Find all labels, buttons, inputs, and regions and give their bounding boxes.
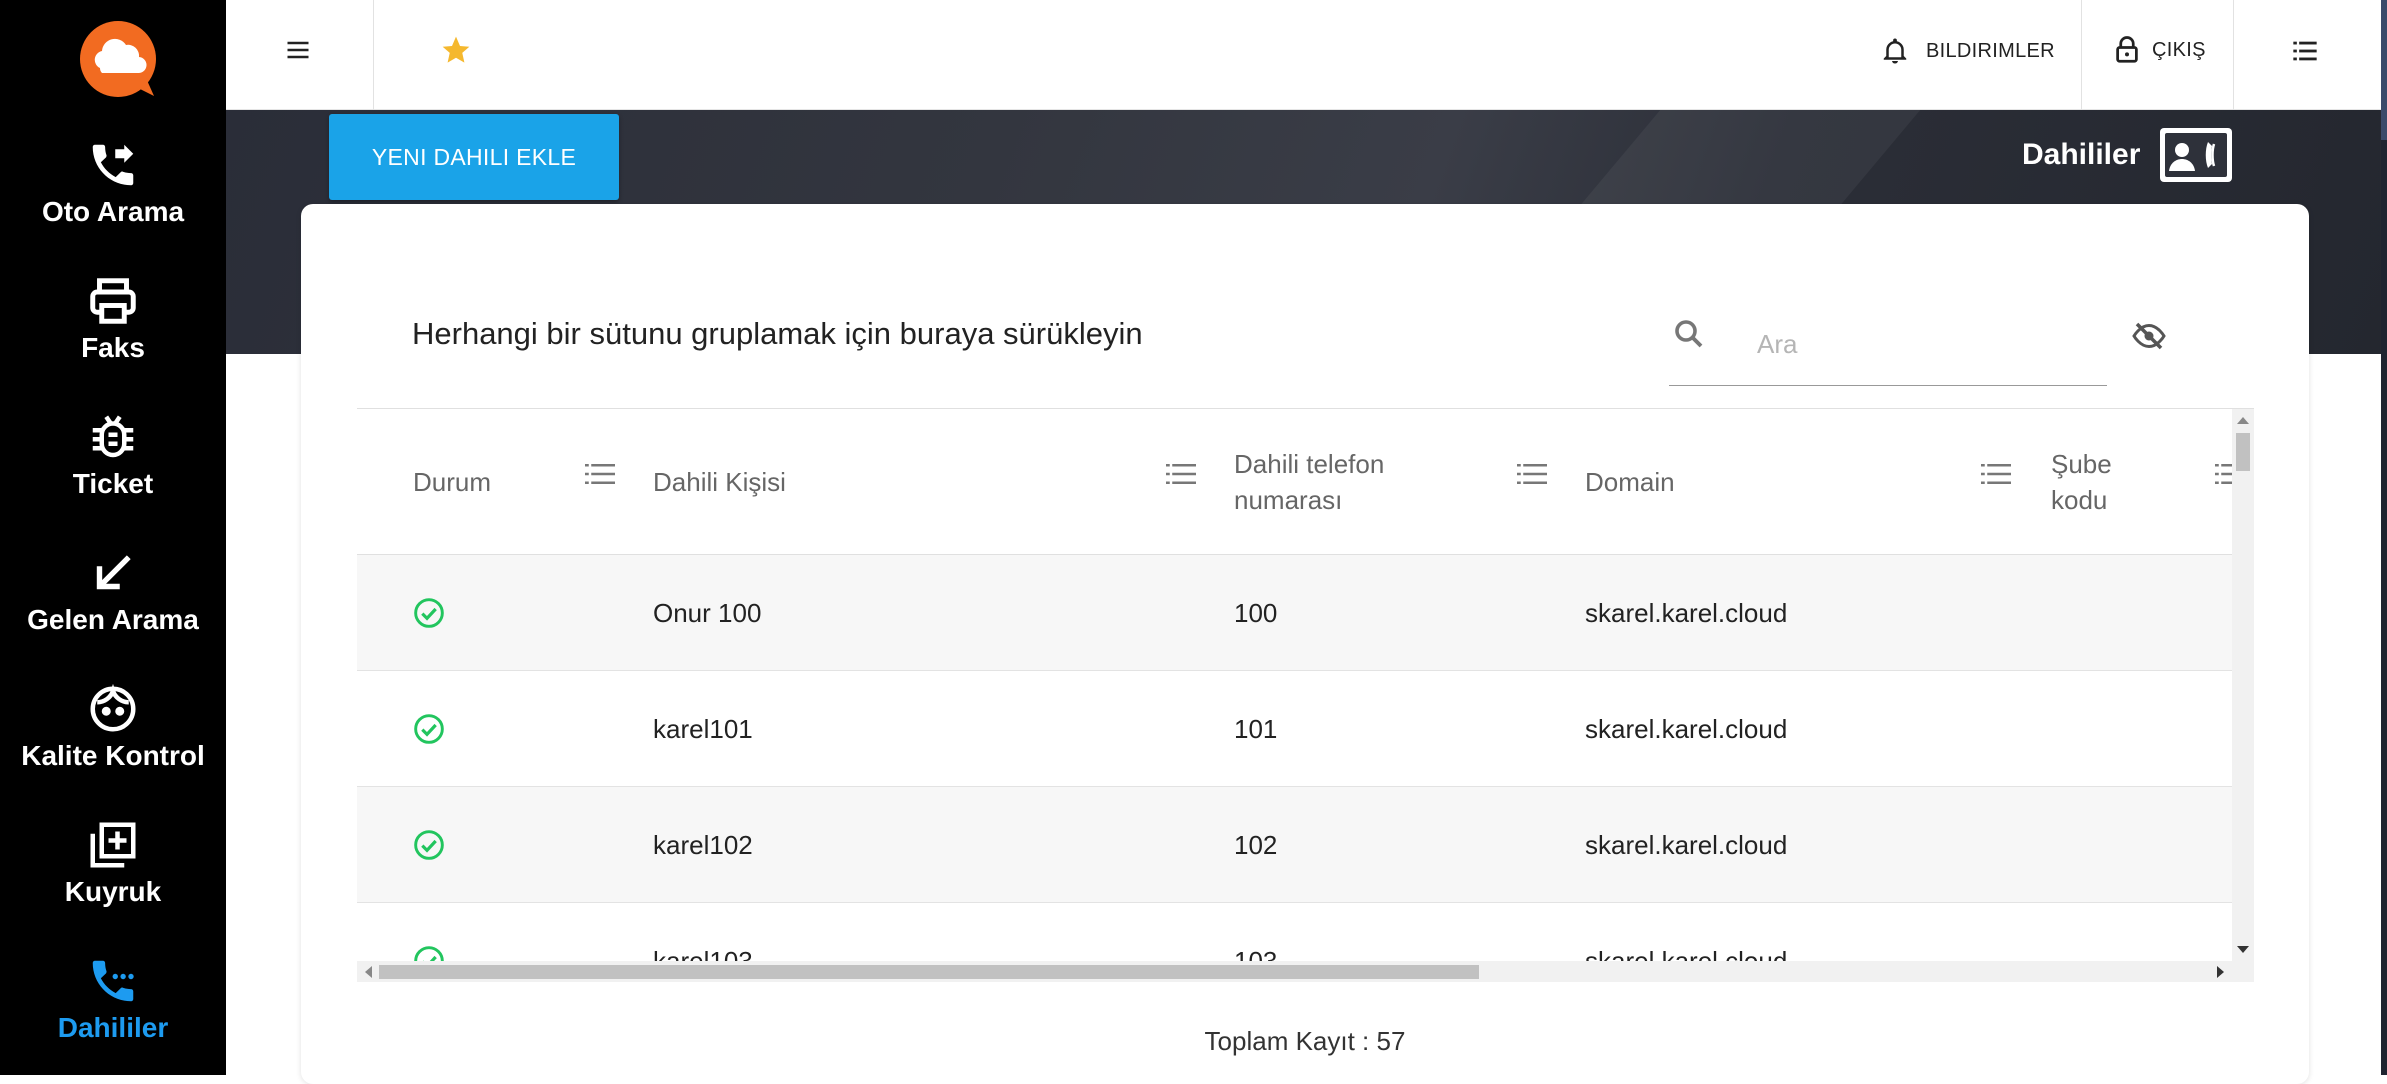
cell-number: 103: [1234, 945, 1278, 962]
favorite-button[interactable]: [440, 34, 472, 66]
column-header-sube-kodu[interactable]: Şube kodu: [2051, 409, 2131, 555]
table-row[interactable]: karel102 102 skarel.karel.cloud: [357, 787, 2232, 903]
total-records: Toplam Kayıt : 57: [1204, 1026, 1406, 1056]
column-menu-icon[interactable]: [2215, 461, 2232, 487]
list-menu-button[interactable]: [2290, 37, 2320, 65]
table-viewport: Durum Dahili Kişisi Dahili telefon numar…: [357, 409, 2232, 961]
cell-name: karel101: [653, 713, 753, 744]
column-menu-icon[interactable]: [1166, 461, 1196, 487]
logout-label: ÇIKIŞ: [2152, 38, 2206, 61]
cell-domain: skarel.karel.cloud: [1585, 945, 1788, 962]
bug-icon: [86, 410, 140, 464]
extensions-table: Durum Dahili Kişisi Dahili telefon numar…: [357, 408, 2254, 982]
table-row[interactable]: Onur 100 100 skarel.karel.cloud: [357, 555, 2232, 671]
horizontal-scroll-thumb[interactable]: [379, 965, 1479, 979]
page-scroll-thumb[interactable]: [2381, 0, 2387, 140]
sidebar-item-label: Kuyruk: [64, 876, 162, 907]
face-icon: [86, 682, 140, 736]
phone-dial-icon: [86, 954, 140, 1008]
cell-name: Onur 100: [653, 597, 762, 628]
page-scrollbar[interactable]: [2381, 0, 2387, 1075]
search-icon: [1675, 320, 1703, 348]
vertical-scroll-thumb[interactable]: [2236, 433, 2250, 471]
sidebar-item-faks[interactable]: Faks: [0, 274, 226, 404]
divider: [2233, 0, 2234, 110]
check-circle-icon: [414, 830, 444, 860]
sidebar-item-label: Dahililer: [57, 1012, 169, 1043]
cell-name: karel102: [653, 829, 753, 860]
column-menu-icon[interactable]: [1517, 461, 1547, 487]
page-title: Dahililer: [2022, 138, 2141, 171]
column-header-domain[interactable]: Domain: [1585, 409, 1965, 555]
sidebar-item-ticket[interactable]: Ticket: [0, 410, 226, 540]
printer-icon: [86, 274, 140, 328]
list-icon: [2293, 41, 2317, 61]
table-row[interactable]: karel101 101 skarel.karel.cloud: [357, 671, 2232, 787]
arrow-down-left-icon: [86, 546, 140, 600]
hamburger-icon: [287, 41, 309, 59]
cell-number: 100: [1234, 597, 1278, 628]
notifications-button[interactable]: BILDIRIMLER: [1880, 36, 2055, 66]
column-header-dahili-kisisi[interactable]: Dahili Kişisi: [653, 409, 1093, 555]
contact-phone-icon: [2160, 128, 2232, 182]
sidebar-item-label: Kalite Kontrol: [21, 740, 205, 771]
sidebar-item-label: Oto Arama: [41, 196, 185, 227]
table-row[interactable]: karel103 103 skarel.karel.cloud: [357, 903, 2232, 961]
bell-icon: [1883, 38, 1907, 64]
phone-forward-icon: [86, 138, 140, 192]
search-input[interactable]: [1669, 304, 2107, 386]
column-menu-icon[interactable]: [1981, 461, 2011, 487]
eye-off-icon[interactable]: [2129, 318, 2169, 354]
cell-domain: skarel.karel.cloud: [1585, 713, 1788, 744]
column-menu-icon[interactable]: [585, 461, 615, 487]
scroll-left-icon[interactable]: [365, 966, 372, 978]
check-circle-icon: [414, 946, 444, 961]
sidebar-item-label: Ticket: [72, 468, 154, 499]
vertical-scrollbar[interactable]: [2232, 409, 2254, 961]
cell-domain: skarel.karel.cloud: [1585, 829, 1788, 860]
table-header: Durum Dahili Kişisi Dahili telefon numar…: [357, 409, 2232, 555]
logout-button[interactable]: ÇIKIŞ: [2112, 34, 2206, 66]
sidebar-item-oto-arama[interactable]: Oto Arama: [0, 138, 226, 268]
horizontal-scrollbar[interactable]: [357, 961, 2254, 982]
cell-name: karel103: [653, 945, 753, 962]
group-by-drop-zone[interactable]: Herhangi bir sütunu gruplamak için buray…: [412, 316, 1143, 352]
scroll-up-icon[interactable]: [2237, 417, 2249, 424]
extensions-card: Herhangi bir sütunu gruplamak için buray…: [301, 204, 2309, 1084]
sidebar: Oto Arama Faks Ticket Gelen Arama Kalite…: [0, 0, 226, 1075]
cell-number: 101: [1234, 713, 1278, 744]
sidebar-item-label: Faks: [81, 332, 145, 363]
cloud-logo-icon[interactable]: [78, 20, 160, 98]
sidebar-item-kalite-kontrol[interactable]: Kalite Kontrol: [0, 682, 226, 812]
cell-domain: skarel.karel.cloud: [1585, 597, 1788, 628]
sidebar-item-kuyruk[interactable]: Kuyruk: [0, 818, 226, 948]
add-extension-button[interactable]: YENI DAHILI EKLE: [329, 114, 619, 200]
top-bar: BILDIRIMLER ÇIKIŞ: [226, 0, 2387, 110]
notifications-label: BILDIRIMLER: [1926, 39, 2055, 62]
sidebar-item-label: Gelen Arama: [27, 604, 199, 635]
divider: [373, 0, 374, 110]
queue-add-icon: [86, 818, 140, 872]
column-header-dahili-telefon[interactable]: Dahili telefon numarası: [1234, 409, 1424, 555]
menu-button[interactable]: [284, 36, 312, 64]
scroll-right-icon[interactable]: [2217, 966, 2224, 978]
scroll-down-icon[interactable]: [2237, 946, 2249, 953]
lock-icon: [2116, 36, 2138, 63]
divider: [2081, 0, 2082, 110]
cell-number: 102: [1234, 829, 1278, 860]
star-icon: [442, 36, 470, 63]
column-header-durum[interactable]: Durum: [413, 409, 583, 555]
check-circle-icon: [414, 598, 444, 628]
sidebar-item-dahililer[interactable]: Dahililer: [0, 954, 226, 1084]
check-circle-icon: [414, 714, 444, 744]
sidebar-item-gelen-arama[interactable]: Gelen Arama: [0, 546, 226, 676]
